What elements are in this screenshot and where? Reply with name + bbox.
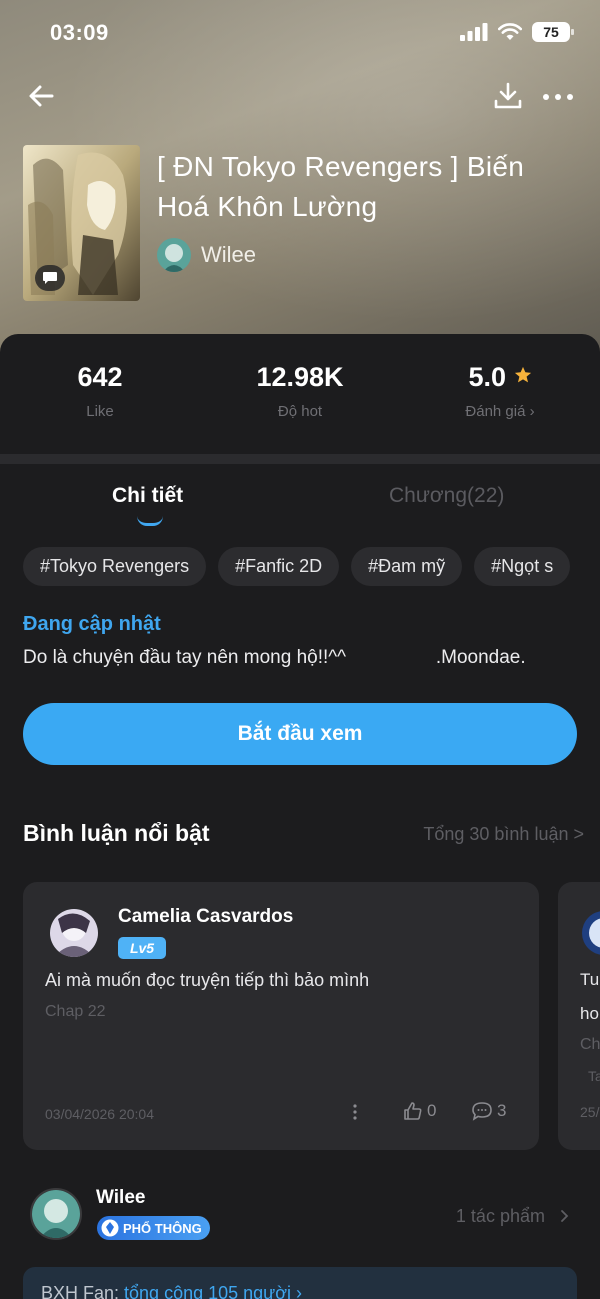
status-bar: 03:09 75 [0,0,600,66]
fan-ranking-link[interactable]: tổng cộng 105 người › [124,1283,302,1299]
next-comment-tag: Ta [588,1068,600,1084]
next-comment-chapter: Ch [580,1036,600,1053]
reply-bubble-icon [472,1102,492,1121]
commenter-avatar[interactable] [50,909,98,957]
comments-total-link[interactable]: Tổng 30 bình luận > [423,824,584,845]
author-profile-name[interactable]: Wilee [96,1187,145,1209]
start-reading-button[interactable]: Bắt đầu xem [23,703,577,765]
book-title: [ ĐN Tokyo Revengers ] Biến Hoá Khôn Lườ… [157,151,525,222]
signal-icon [460,23,488,41]
next-comment-card[interactable]: Tu ho Ch Ta 25/ [558,882,600,1150]
battery-indicator: 75 [532,22,574,42]
book-cover[interactable] [23,145,140,301]
update-status: Đang cập nhật [23,613,161,635]
stat-likes: 642 Like [0,362,200,420]
book-description: Do là chuyện đầu tay nên mong hộ!!^^ .Mo… [23,647,526,668]
tag-list: #Tokyo Revengers #Fanfic 2D #Đam mỹ #Ngọ… [23,547,600,587]
works-count: 1 tác phẩm [455,1206,545,1226]
star-icon [514,366,531,383]
next-commenter-avatar [582,911,600,955]
author-link[interactable]: Wilee [157,238,256,272]
next-comment-date: 25/ [580,1104,600,1120]
like-count: 0 [427,1101,437,1120]
next-comment-text: Tu [580,970,600,989]
stats-row: 642 Like 12.98K Độ hot 5.0 Đánh giá › [0,334,600,454]
comment-more-icon[interactable] [348,1102,362,1122]
tag-chip[interactable]: #Fanfic 2D [218,547,340,586]
author-works-link[interactable]: 1 tác phẩm [456,1206,572,1227]
commenter-name[interactable]: Camelia Casvardos [118,906,293,928]
tab-chapters[interactable]: Chương(22) [389,484,504,508]
likes-label: Like [86,403,114,420]
next-comment-text-2: ho [580,1004,599,1023]
comments-title: Bình luận nổi bật [23,820,210,846]
membership-badge: PHỔ THÔNG [97,1216,210,1240]
back-arrow-icon[interactable] [26,80,58,112]
comment-card[interactable]: Camelia Casvardos Lv5 Ai mà muốn đọc tru… [23,882,539,1150]
tab-details[interactable]: Chi tiết [112,484,183,508]
detail-panel: 642 Like 12.98K Độ hot 5.0 Đánh giá › Ch… [0,334,600,1299]
wifi-icon [498,23,522,40]
author-name: Wilee [201,242,257,267]
more-options-icon[interactable] [540,80,576,112]
author-profile-avatar[interactable] [30,1188,82,1240]
tab-bar: Chi tiết Chương(22) [0,464,600,534]
rating-value: 5.0 [468,362,507,392]
membership-label: PHỔ THÔNG [123,1220,202,1236]
tag-chip[interactable]: #Ngọt s [474,547,571,586]
tag-chip[interactable]: #Tokyo Revengers [23,547,207,586]
likes-value: 642 [77,362,123,392]
stat-hot: 12.98K Độ hot [200,362,400,420]
comment-bubble-icon [35,265,65,291]
comment-chapter[interactable]: Chap 22 [45,1003,106,1021]
status-time: 03:09 [50,20,109,45]
stat-rating[interactable]: 5.0 Đánh giá › [400,362,600,420]
comment-like-button[interactable]: 0 [403,1101,436,1121]
author-section: Wilee PHỔ THÔNG 1 tác phẩm [0,1182,600,1252]
download-icon[interactable] [492,80,524,112]
fan-ranking-label: BXH Fan: [41,1283,125,1299]
fan-ranking-text: BXH Fan: tổng cộng 105 người › [41,1283,302,1299]
rating-value-row: 5.0 [400,362,600,393]
comment-reply-button[interactable]: 3 [471,1101,506,1121]
comment-date: 03/04/2026 20:04 [45,1106,154,1122]
hot-value: 12.98K [256,362,344,392]
tag-chip[interactable]: #Đam mỹ [351,547,463,586]
rating-label: Đánh giá › [465,403,535,420]
status-icons: 75 [460,22,574,42]
comment-text: Ai mà muốn đọc truyện tiếp thì bảo mình [45,970,370,990]
active-tab-indicator [137,516,163,526]
author-avatar [157,238,191,272]
chevron-right-icon [561,1210,569,1222]
top-nav [0,76,600,116]
thumbs-up-icon [404,1102,422,1120]
section-divider [0,454,600,464]
hot-label: Độ hot [277,403,323,420]
reply-count: 3 [497,1101,507,1120]
level-badge: Lv5 [118,937,166,959]
fan-ranking-bar[interactable]: BXH Fan: tổng cộng 105 người › [23,1267,577,1299]
diamond-icon [101,1219,119,1237]
